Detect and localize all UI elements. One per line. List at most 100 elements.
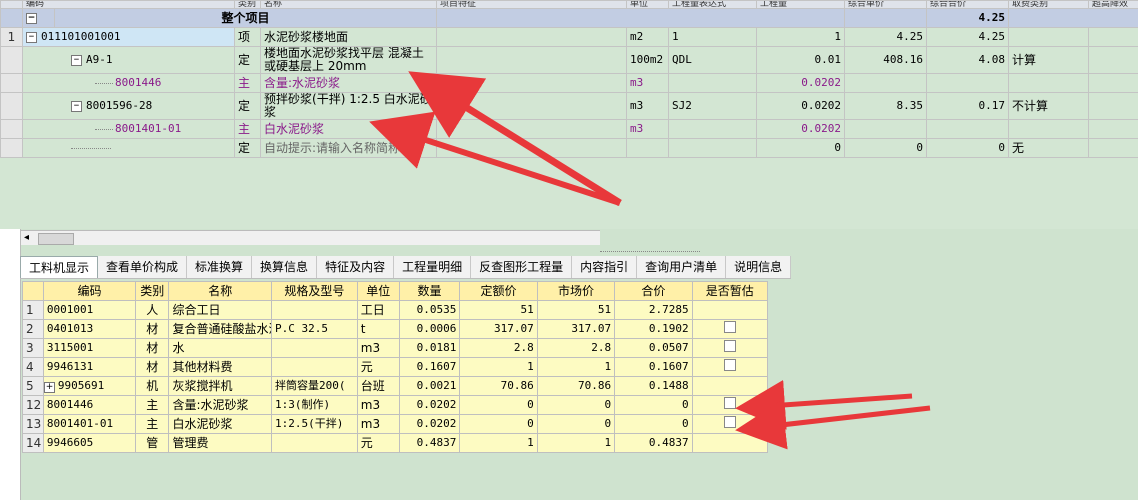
horizontal-scrollbar[interactable]: ◂ <box>20 230 600 245</box>
row-unit: m3 <box>356 338 400 358</box>
estimate-checkbox[interactable] <box>723 321 736 333</box>
header-unit[interactable]: 单位 <box>626 0 670 9</box>
row-spec: 拌筒容量200( <box>271 376 358 396</box>
resource-row[interactable]: 14 9946605 管管理费元 0.4837 1 1 0.4837 <box>22 433 769 453</box>
col-estimate[interactable]: 是否暂估 <box>691 281 769 301</box>
row-name[interactable]: 含量:水泥砂浆 <box>260 73 438 93</box>
col-type[interactable]: 类别 <box>134 281 170 301</box>
header-name[interactable]: 名称 <box>260 0 438 9</box>
tab-features[interactable]: 特征及内容 <box>317 256 395 278</box>
row-name[interactable]: 复合普通硅酸盐水泥 <box>168 319 272 339</box>
expand-icon[interactable]: + <box>44 382 55 393</box>
estimate-checkbox[interactable] <box>723 340 736 352</box>
row-name[interactable]: 灰浆搅拌机 <box>168 376 272 396</box>
row-market-price: 0 <box>536 395 616 415</box>
collapse-icon[interactable]: − <box>26 31 37 43</box>
header-feature[interactable]: 项目特征 <box>436 0 628 9</box>
row-name[interactable]: 水泥砂浆楼地面 <box>260 27 438 47</box>
header-expr[interactable]: 工程量表达式 <box>668 0 758 9</box>
col-code[interactable]: 编码 <box>42 281 137 301</box>
row-spec <box>271 338 358 358</box>
header-code[interactable]: 编码 <box>21 0 236 9</box>
header-price[interactable]: 综合单价 <box>844 0 928 9</box>
table-row[interactable]: −8001596-28 定 预拌砂浆(干拌) 1:2.5 白水泥砂浆 m3 SJ… <box>0 92 1138 120</box>
table-row[interactable]: 定 自动提示:请输入名称简称 0 0 0 无 <box>0 138 1138 158</box>
row-price: 0 <box>844 138 928 158</box>
col-market-price[interactable]: 市场价 <box>536 281 616 301</box>
row-code: 0401013 <box>42 319 137 339</box>
resource-row[interactable]: 5 9905691 机灰浆搅拌机 拌筒容量200(台班 0.0021 70.86 70.86… <box>22 376 769 396</box>
row-name[interactable]: 白水泥砂浆 <box>260 119 438 139</box>
estimate-checkbox[interactable] <box>723 416 736 428</box>
resource-row[interactable]: 2 0401013 材复合普通硅酸盐水泥 P.C 32.5 t 0.0006 317.07 3… <box>22 319 769 339</box>
tab-convert-info[interactable]: 换算信息 <box>252 256 318 278</box>
header-fee[interactable]: 取费类别 <box>1008 0 1090 9</box>
resource-row[interactable]: 1 0001001 人综合工日 工日 0.0535 51 51 2.7285 <box>22 300 769 320</box>
header-height[interactable]: 超高降效 <box>1088 0 1138 9</box>
tab-unit-price[interactable]: 查看单价构成 <box>98 256 188 278</box>
bottom-header-row: 编码 类别 名称 规格及型号 单位 数量 定额价 市场价 合价 是否暂估 <box>22 281 769 301</box>
row-name[interactable]: 管理费 <box>168 433 272 453</box>
tab-quantity-detail[interactable]: 工程量明细 <box>394 256 472 278</box>
collapse-icon[interactable]: − <box>71 100 82 112</box>
collapse-icon[interactable]: − <box>26 13 37 24</box>
resource-row[interactable]: 12 8001446 主含量:水泥砂浆 1:3(制作) m3 0.0202 0 0 0 <box>22 395 769 415</box>
tab-graph-quantity[interactable]: 反查图形工程量 <box>471 256 573 278</box>
row-name[interactable]: 含量:水泥砂浆 <box>168 395 272 415</box>
row-quota-price: 1 <box>459 433 538 453</box>
row-name[interactable]: 综合工日 <box>168 300 272 320</box>
row-expr[interactable]: 1 <box>668 27 758 47</box>
row-type: 定 <box>234 46 262 74</box>
row-qty: 1 <box>756 27 846 47</box>
row-name[interactable]: 白水泥砂浆 <box>168 414 272 434</box>
table-row[interactable]: 8001401-01 主 白水泥砂浆 m3 0.0202 <box>0 119 1138 139</box>
row-type: 机 <box>134 376 170 396</box>
col-total[interactable]: 合价 <box>614 281 693 301</box>
row-total: 4.25 <box>926 27 1010 47</box>
row-type: 材 <box>134 357 170 377</box>
header-type[interactable]: 类别 <box>234 0 262 9</box>
table-row[interactable]: − A9-1 定 楼地面水泥砂浆找平层 混凝土或硬基层上 20mm 100m2 Q… <box>0 46 1138 74</box>
row-unit: 工日 <box>356 300 400 320</box>
col-quota-price[interactable]: 定额价 <box>459 281 538 301</box>
row-unit: m3 <box>356 395 400 415</box>
row-code: 0001001 <box>42 300 137 320</box>
col-unit[interactable]: 单位 <box>356 281 400 301</box>
tab-standard-convert[interactable]: 标准换算 <box>187 256 253 278</box>
row-code: 3115001 <box>42 338 137 358</box>
row-expr[interactable]: QDL <box>668 46 758 74</box>
row-market-price: 51 <box>536 300 616 320</box>
header-total[interactable]: 综合合价 <box>926 0 1010 9</box>
estimate-checkbox[interactable] <box>723 359 736 371</box>
row-name[interactable]: 楼地面水泥砂浆找平层 混凝土或硬基层上 20mm <box>260 46 438 74</box>
tab-resource-display[interactable]: 工料机显示 <box>20 256 99 278</box>
collapse-icon[interactable]: − <box>71 54 82 66</box>
row-number: 1 <box>22 300 44 320</box>
col-qty[interactable]: 数量 <box>398 281 461 301</box>
estimate-checkbox[interactable] <box>723 397 736 409</box>
row-name[interactable]: 预拌砂浆(干拌) 1:2.5 白水泥砂浆 <box>260 92 438 120</box>
table-row[interactable]: 8001446 主 含量:水泥砂浆 m3 0.0202 <box>0 73 1138 93</box>
scroll-left-icon[interactable]: ◂ <box>24 232 29 243</box>
row-name[interactable]: 其他材料费 <box>168 357 272 377</box>
row-name[interactable]: 自动提示:请输入名称简称 <box>260 138 438 158</box>
table-row[interactable]: 1 −011101001001 项 水泥砂浆楼地面 m2 1 1 4.25 4.… <box>0 27 1138 47</box>
row-unit: 元 <box>356 357 400 377</box>
tab-content-guide[interactable]: 内容指引 <box>572 256 638 278</box>
row-expr[interactable]: SJ2 <box>668 92 758 120</box>
resource-row[interactable]: 3 3115001 材水 m3 0.0181 2.8 2.8 0.0507 <box>22 338 769 358</box>
estimate-cell <box>691 357 769 377</box>
resource-row[interactable]: 4 9946131 材其他材料费元 0.1607 1 1 0.1607 <box>22 357 769 377</box>
row-market-price: 317.07 <box>536 319 616 339</box>
resource-row[interactable]: 13 8001401-01 主白水泥砂浆 1:2.5(干拌) m3 0.0202 0 0 0 <box>22 414 769 434</box>
group-row[interactable]: − 整个项目 4.25 <box>0 8 1138 28</box>
row-name[interactable]: 水 <box>168 338 272 358</box>
tab-user-list[interactable]: 查询用户清单 <box>637 256 727 278</box>
tab-description[interactable]: 说明信息 <box>726 256 792 278</box>
budget-table: 编码 类别 名称 项目特征 单位 工程量表达式 工程量 综合单价 综合合价 取费… <box>0 0 1138 158</box>
col-spec[interactable]: 规格及型号 <box>271 281 358 301</box>
col-name[interactable]: 名称 <box>168 281 272 301</box>
scroll-thumb[interactable] <box>38 233 74 245</box>
header-qty[interactable]: 工程量 <box>756 0 846 9</box>
row-qty: 0.4837 <box>398 433 461 453</box>
